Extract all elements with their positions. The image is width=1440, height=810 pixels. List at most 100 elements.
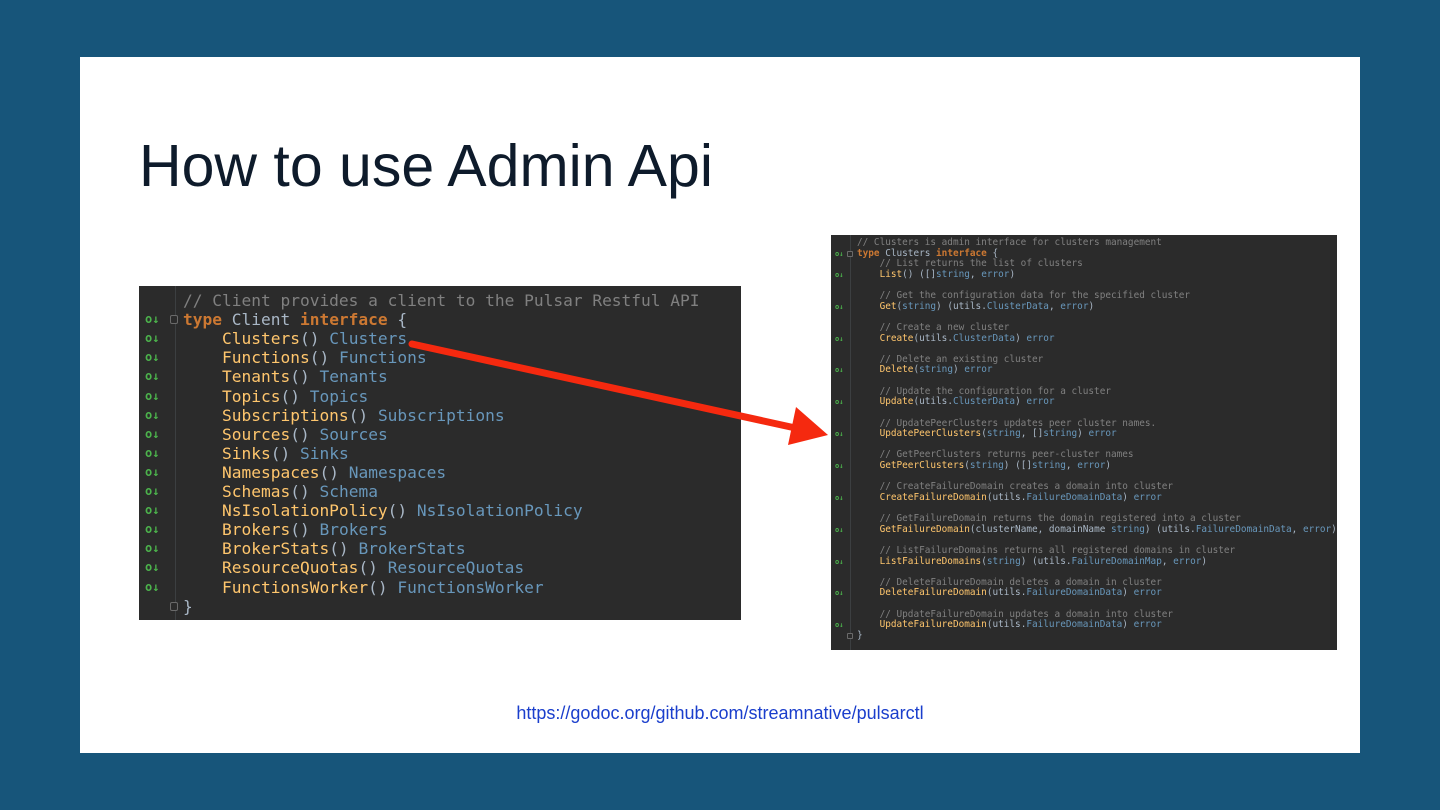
fold-marker-icon[interactable] xyxy=(170,601,178,611)
code-token: (utils. xyxy=(913,332,953,344)
code-token: () xyxy=(290,367,320,387)
code-token: // ListFailureDomains returns all regist… xyxy=(857,544,1236,556)
code-token: // Update the configuration for a cluste… xyxy=(857,385,1111,397)
code-token: FailureDomainData xyxy=(1195,523,1292,535)
code-token: interface xyxy=(299,310,388,330)
code-token: ) xyxy=(1105,460,1112,472)
godoc-link[interactable]: https://godoc.org/github.com/streamnativ… xyxy=(80,703,1360,724)
fold-marker-icon[interactable] xyxy=(847,632,853,639)
code-token: GetFailureDomain xyxy=(879,523,970,535)
code-token: // Create a new cluster xyxy=(857,321,1010,333)
implemented-method-icon: o↓ xyxy=(835,398,844,407)
implemented-method-icon: o↓ xyxy=(145,350,160,365)
code-token: () xyxy=(290,424,320,444)
code-text: UpdatePeerClusters(string, []string) err… xyxy=(857,428,1117,440)
code-token: error xyxy=(1173,555,1202,567)
code-token: Create xyxy=(879,332,914,344)
code-token: Namespaces xyxy=(221,462,320,482)
code-token: GetPeerClusters xyxy=(879,460,965,472)
fold-marker-icon[interactable] xyxy=(847,250,853,257)
code-token: BrokerStats xyxy=(221,539,330,559)
implemented-method-icon: o↓ xyxy=(835,270,844,279)
code-token: ) xyxy=(1077,428,1089,440)
code-token: string xyxy=(969,460,1004,472)
code-token: ) xyxy=(1015,396,1027,408)
code-token: , [] xyxy=(1020,428,1044,440)
code-token: error xyxy=(1088,428,1117,440)
code-token: Tenants xyxy=(319,367,388,387)
slide-title: How to use Admin Api xyxy=(139,133,713,199)
implemented-method-icon: o↓ xyxy=(835,621,844,630)
code-token: , xyxy=(1161,555,1174,567)
code-token: UpdateFailureDomain xyxy=(879,619,987,631)
code-text: ResourceQuotas() ResourceQuotas xyxy=(183,558,524,577)
slide: How to use Admin Api // Client provides … xyxy=(80,57,1360,753)
code-token: ) (utils. xyxy=(936,300,987,312)
code-text: Tenants() Tenants xyxy=(183,367,388,386)
code-text: Get(string) (utils.ClusterData, error) xyxy=(857,300,1095,313)
code-token: // Client provides a client to the Pulsa… xyxy=(183,291,700,310)
code-token: () xyxy=(299,329,330,349)
code-token: ListFailureDomains xyxy=(879,555,982,567)
code-text: GetPeerClusters(string) ([]string, error… xyxy=(857,460,1112,472)
code-token: Subscriptions xyxy=(221,405,349,425)
code-token: FunctionsWorker xyxy=(397,577,544,597)
code-token: () xyxy=(309,348,339,368)
code-text: CreateFailureDomain(utils.FailureDomainD… xyxy=(857,492,1162,504)
code-token: Subscriptions xyxy=(377,405,505,425)
code-token: List xyxy=(879,268,903,280)
code-text: Subscriptions() Subscriptions xyxy=(183,406,505,425)
implemented-method-icon: o↓ xyxy=(145,579,160,594)
code-token: () ([] xyxy=(902,268,937,280)
code-token: // Get the configuration data for the sp… xyxy=(857,290,1191,302)
code-token: Brokers xyxy=(221,520,291,540)
implemented-method-icon: o↓ xyxy=(835,493,844,502)
code-token: { xyxy=(387,310,408,330)
code-token: Sinks xyxy=(299,443,349,463)
code-token: Brokers xyxy=(319,520,388,540)
code-token: // List returns the list of clusters xyxy=(857,258,1083,270)
code-token: // GetFailureDomain returns the domain r… xyxy=(857,513,1241,525)
code-text: GetFailureDomain(clusterName, domainName… xyxy=(857,523,1337,536)
code-token: () xyxy=(348,405,378,425)
implemented-method-icon: o↓ xyxy=(145,464,160,479)
code-token: Sinks xyxy=(221,443,271,463)
code-token: FailureDomainData xyxy=(1026,587,1123,599)
gutter-divider xyxy=(850,235,851,650)
code-token: ) xyxy=(1088,300,1095,312)
code-token: error xyxy=(964,364,993,376)
implemented-method-icon: o↓ xyxy=(835,249,844,258)
code-text: List() ([]string, error) xyxy=(857,268,1016,281)
code-token: Tenants xyxy=(221,367,291,387)
code-token: ClusterData xyxy=(952,332,1016,344)
code-token: Get xyxy=(879,300,897,312)
code-token: , xyxy=(1065,460,1078,472)
code-token: Functions xyxy=(338,348,427,368)
code-text: DeleteFailureDomain(utils.FailureDomainD… xyxy=(857,588,1162,599)
code-token: string xyxy=(936,268,970,280)
implemented-method-icon: o↓ xyxy=(145,560,160,575)
code-token: Clusters xyxy=(221,329,300,349)
code-text: ListFailureDomains(string) (utils.Failur… xyxy=(857,555,1207,568)
code-token: { xyxy=(986,247,999,259)
code-token: , xyxy=(969,268,982,280)
implemented-method-icon: o↓ xyxy=(835,589,844,598)
code-token: Clusters xyxy=(329,329,408,349)
code-token: Functions xyxy=(221,348,310,368)
code-token: Client xyxy=(221,310,300,330)
code-token: Clusters xyxy=(879,247,937,259)
code-text: Schemas() Schema xyxy=(183,482,378,501)
fold-marker-icon[interactable] xyxy=(170,315,178,325)
code-token: () xyxy=(319,462,349,482)
code-token: } xyxy=(183,596,193,616)
